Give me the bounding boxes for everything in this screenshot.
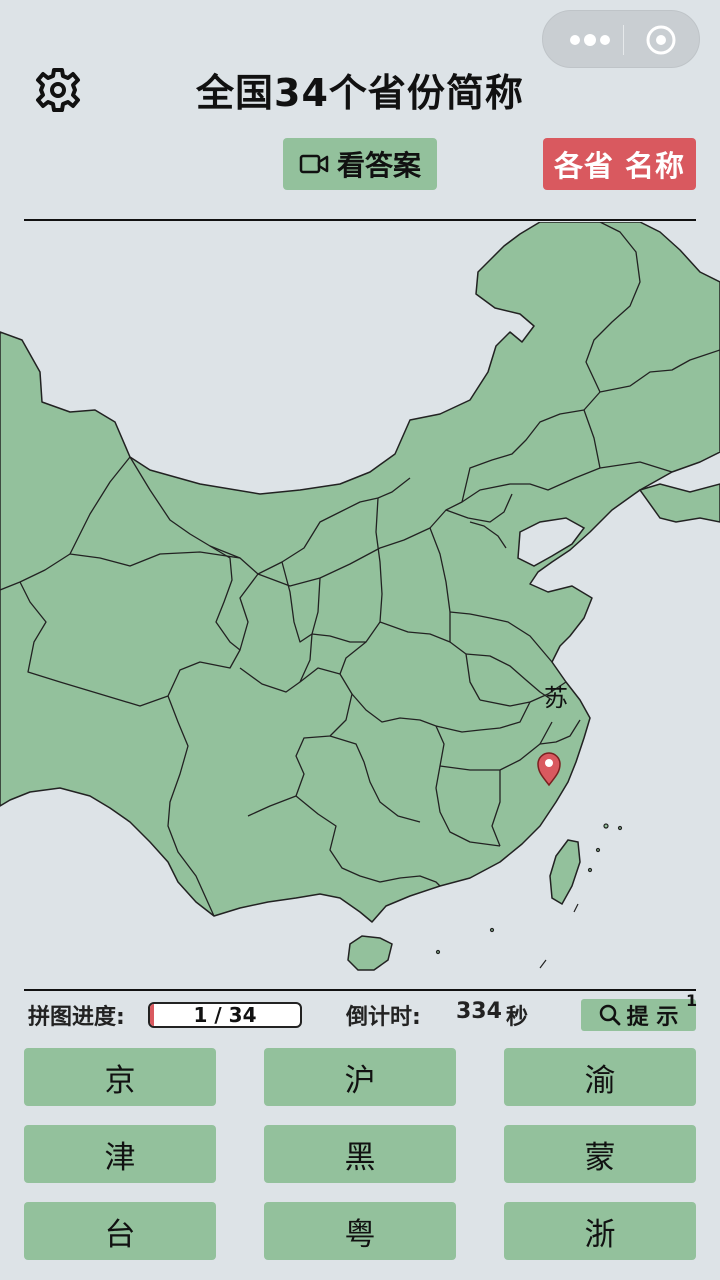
close-miniprogram-icon[interactable] — [645, 24, 677, 56]
hint-label: 提 示 — [626, 1005, 679, 1030]
tile-tai[interactable]: 台 — [24, 1202, 216, 1260]
placed-province-label: 苏 — [544, 684, 568, 712]
more-icon[interactable] — [565, 27, 615, 53]
view-answer-button[interactable]: 看答案 — [283, 138, 437, 190]
tile-hu[interactable]: 沪 — [264, 1048, 456, 1106]
page-title: 全国34个省份简称 — [196, 71, 524, 115]
capsule-divider — [623, 25, 624, 55]
tile-zhe[interactable]: 浙 — [504, 1202, 696, 1260]
tile-jing[interactable]: 京 — [24, 1048, 216, 1106]
miniprogram-capsule — [542, 10, 700, 68]
top-divider — [24, 219, 696, 221]
tile-hei[interactable]: 黑 — [264, 1125, 456, 1183]
countdown-label: 倒计时: — [346, 1005, 421, 1030]
status-bar: 拼图进度: 1 / 34 倒计时: 334 秒 提 示 1 — [0, 991, 720, 1035]
province-names-button[interactable]: 各省 名称 — [543, 138, 696, 190]
tile-meng[interactable]: 蒙 — [504, 1125, 696, 1183]
video-camera-icon — [299, 154, 329, 174]
tile-yue[interactable]: 粤 — [264, 1202, 456, 1260]
countdown-value: 334 — [456, 999, 502, 1024]
hint-button[interactable]: 提 示 — [581, 999, 696, 1031]
countdown-unit: 秒 — [506, 1005, 529, 1030]
search-icon — [599, 1004, 621, 1026]
progress-text: 1 / 34 — [193, 1003, 257, 1027]
hint-count-badge: 1 — [686, 991, 698, 1010]
view-answer-label: 看答案 — [336, 149, 421, 182]
tile-yu[interactable]: 渝 — [504, 1048, 696, 1106]
progress-bar: 1 / 34 — [148, 1002, 302, 1028]
tile-jin[interactable]: 津 — [24, 1125, 216, 1183]
bottom-divider — [24, 989, 696, 991]
progress-label: 拼图进度: — [28, 1005, 125, 1030]
china-puzzle-map[interactable]: 苏 — [0, 222, 720, 988]
